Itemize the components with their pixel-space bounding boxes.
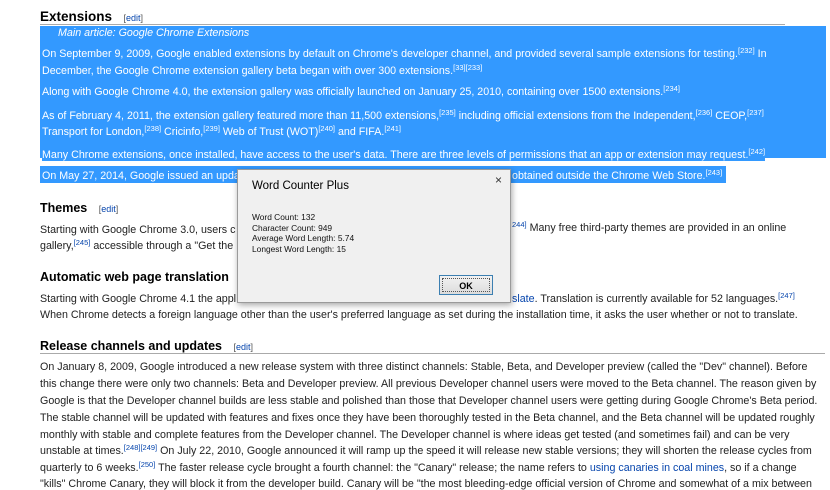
ext-para-1-line-1: On September 9, 2009, Google enabled ext… — [42, 46, 767, 60]
release-heading: Release channels and updates — [40, 339, 223, 353]
word-counter-dialog: Word Counter Plus × Word Count: 132 Char… — [237, 169, 511, 303]
word-count-text: Word Count: 132 — [252, 212, 316, 222]
ext-para-4: Many Chrome extensions, once installed, … — [42, 147, 766, 161]
translation-line-1-start: Starting with Google Chrome 4.1 the appl — [40, 293, 237, 305]
release-line-3: Google is that the Developer channel bui… — [40, 395, 818, 407]
release-line-2: this change there were only two channels… — [40, 378, 817, 390]
release-edit-link[interactable]: edit — [236, 342, 251, 352]
ext-para-3-line-1: As of February 4, 2011, the extension ga… — [42, 108, 764, 122]
themes-heading: Themes — [40, 201, 88, 215]
themes-line-2: gallery,[245] accessible through a "Get … — [40, 238, 234, 252]
release-line-6: unstable at times.[248][249] On July 22,… — [40, 443, 812, 457]
ext-para-2: Along with Google Chrome 4.0, the extens… — [42, 84, 680, 98]
translation-heading: Automatic web page translation — [40, 270, 229, 284]
translation-link[interactable]: slate — [512, 293, 535, 305]
ok-button[interactable]: OK — [439, 275, 493, 295]
ok-button-label: OK — [459, 281, 473, 291]
extensions-heading: Extensions — [40, 9, 113, 24]
average-word-length-text: Average Word Length: 5.74 — [252, 233, 355, 243]
dialog-body: Word Count: 132 Character Count: 949 Ave… — [252, 212, 496, 278]
ext-para-5-end: obtained outside the Chrome Web Store.[2… — [512, 168, 723, 182]
release-line-1: On January 8, 2009, Google introduced a … — [40, 361, 808, 373]
character-count-text: Character Count: 949 — [252, 222, 333, 233]
section-divider — [40, 24, 785, 25]
translation-line-2: When Chrome detects a foreign language o… — [40, 309, 798, 321]
themes-line-1-start: Starting with Google Chrome 3.0, users c — [40, 224, 236, 236]
ext-para-3-line-2: Transport for London,[238] Cricinfo,[239… — [42, 124, 401, 138]
close-icon[interactable]: × — [495, 173, 502, 187]
ext-para-1-line-2: December, the Google Chrome extension ga… — [42, 63, 483, 77]
release-line-7: quarterly to 6 weeks.[250] The faster re… — [40, 460, 797, 474]
release-line-5: monthly with stable and complete feature… — [40, 429, 790, 441]
wiki-page: Extensions [edit] Main article: Google C… — [0, 0, 830, 490]
release-line-8: "kills" Chrome Canary, they will block i… — [40, 478, 812, 490]
extensions-edit-link[interactable]: edit — [126, 13, 141, 23]
longest-word-length-text: Longest Word Length: 15 — [252, 243, 346, 254]
themes-line-1-end: 244] Many free third-party themes are pr… — [512, 220, 787, 234]
themes-edit-link[interactable]: edit — [101, 204, 116, 214]
main-article-note[interactable]: Main article: Google Chrome Extensions — [58, 27, 250, 39]
ext-para-5-start: On May 27, 2014, Google issued an upda — [42, 170, 240, 182]
release-line-4: The stable channel will be updated with … — [40, 412, 815, 424]
themes-section-header: Themes [edit] — [40, 201, 119, 215]
translation-line-1-end: slate. Translation is currently availabl… — [512, 291, 795, 305]
translation-section-header: Automatic web page translation [ — [40, 268, 244, 286]
dialog-title: Word Counter Plus — [252, 180, 349, 192]
canaries-link[interactable]: using canaries in coal mines — [590, 462, 724, 474]
section-divider — [40, 353, 825, 354]
